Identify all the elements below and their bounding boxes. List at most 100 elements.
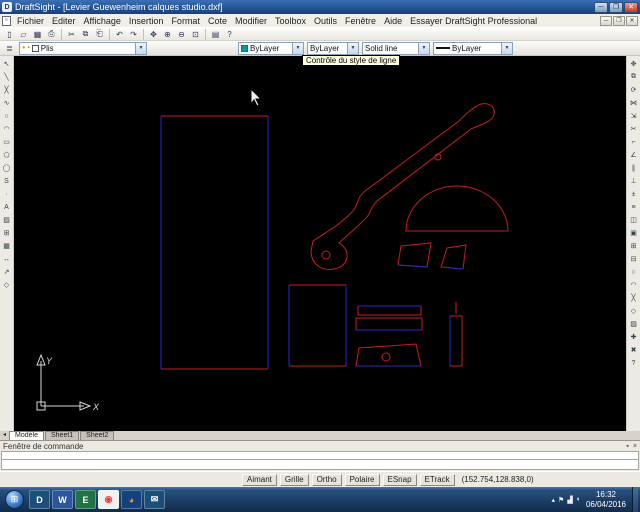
circle-tool-icon[interactable]: ○ — [628, 266, 640, 278]
line-weight-combo[interactable]: ByLayer ▼ — [433, 42, 513, 55]
zoom-out-icon[interactable]: ⊖ — [175, 28, 188, 40]
command-input[interactable] — [1, 460, 639, 470]
pan-icon[interactable]: ✥ — [147, 28, 160, 40]
secondary-color-arrow-icon[interactable]: ▼ — [347, 43, 358, 54]
line-icon[interactable]: ╲ — [1, 71, 13, 83]
spline-icon[interactable]: S — [1, 175, 13, 187]
strip-rect[interactable] — [450, 316, 462, 366]
layer-manager-icon[interactable]: ≣ — [3, 42, 16, 54]
command-history[interactable] — [1, 451, 639, 460]
status-etrack-button[interactable]: ETrack — [420, 474, 455, 486]
offset-icon[interactable]: ∥ — [628, 162, 640, 174]
rectangle-icon[interactable]: ▭ — [1, 136, 13, 148]
scale-icon[interactable]: ⇲ — [628, 110, 640, 122]
menu-toolbox[interactable]: Toolbox — [271, 16, 310, 26]
quad-right[interactable] — [441, 245, 466, 269]
polygon-icon[interactable]: ⬠ — [1, 149, 13, 161]
zoom-in-icon[interactable]: ⊕ — [161, 28, 174, 40]
draftsight-taskbar-icon[interactable]: D — [29, 490, 50, 509]
zoom-fit-icon[interactable]: ⊡ — [189, 28, 202, 40]
drawing-canvas[interactable]: YX — [14, 56, 626, 431]
arc-icon[interactable]: ◠ — [1, 123, 13, 135]
sheet-tab-mod-le[interactable]: Modèle — [9, 431, 44, 440]
perpendicular-icon[interactable]: ⊥ — [628, 175, 640, 187]
redo-icon[interactable]: ↷ — [127, 28, 140, 40]
leader-icon[interactable]: ↗ — [1, 266, 13, 278]
status-grille-button[interactable]: Grille — [280, 474, 309, 486]
select-icon[interactable]: ↖ — [1, 58, 13, 70]
copy-icon[interactable]: ⧉ — [79, 28, 92, 40]
quad-right-edge[interactable] — [441, 267, 463, 269]
taskbar-clock[interactable]: 16:32 06/04/2016 — [586, 490, 626, 508]
chamfer-icon[interactable]: ∠ — [628, 149, 640, 161]
menu-fichier[interactable]: Fichier — [13, 16, 48, 26]
drawing-svg[interactable]: YX — [14, 56, 626, 431]
point-icon[interactable]: · — [1, 188, 13, 200]
copy-entity-icon[interactable]: ⧉ — [628, 71, 640, 83]
mdi-minimize-button[interactable]: ─ — [600, 16, 612, 26]
menu-fen-tre[interactable]: Fenêtre — [341, 16, 380, 26]
pattern-icon[interactable]: ⊞ — [628, 240, 640, 252]
text-icon[interactable]: A — [1, 201, 13, 213]
mdi-close-button[interactable]: ✕ — [626, 16, 638, 26]
table-icon[interactable]: ▦ — [1, 240, 13, 252]
start-button[interactable]: ⊞ — [5, 490, 24, 509]
menu-cote[interactable]: Cote — [204, 16, 231, 26]
mdi-restore-button[interactable]: ❐ — [613, 16, 625, 26]
menu-modifier[interactable]: Modifier — [231, 16, 271, 26]
line-color-combo[interactable]: ByLayer ▼ — [238, 42, 304, 55]
minimize-button[interactable]: ─ — [594, 2, 608, 13]
properties-icon[interactable]: ▤ — [209, 28, 222, 40]
close-button[interactable]: ✕ — [624, 2, 638, 13]
word-taskbar-icon[interactable]: W — [52, 490, 73, 509]
bracket-hole[interactable] — [382, 353, 390, 361]
menu-editer[interactable]: Editer — [48, 16, 80, 26]
array-icon[interactable]: ≡ — [628, 201, 640, 213]
region-icon[interactable]: ◇ — [1, 279, 13, 291]
circle-icon[interactable]: ○ — [1, 110, 13, 122]
block-icon[interactable]: ⊞ — [1, 227, 13, 239]
sheet-tab-sheet2[interactable]: Sheet2 — [80, 431, 114, 440]
help-icon[interactable]: ? — [223, 28, 236, 40]
bar1[interactable] — [358, 306, 421, 315]
move-icon[interactable]: ✥ — [628, 58, 640, 70]
undo-icon[interactable]: ↶ — [113, 28, 126, 40]
status-polaire-button[interactable]: Polaire — [345, 474, 380, 486]
dimension-icon[interactable]: ↔ — [1, 253, 13, 265]
rotate3d-icon[interactable]: ◇ — [628, 305, 640, 317]
excel-taskbar-icon[interactable]: E — [75, 490, 96, 509]
command-close-icon[interactable]: × — [633, 443, 637, 450]
tray-show-hidden-icon[interactable]: ▴ — [552, 496, 556, 504]
save-icon[interactable]: ▦ — [31, 28, 44, 40]
extend-icon[interactable]: ⌐ — [628, 136, 640, 148]
new-icon[interactable]: ▯ — [3, 28, 16, 40]
mirror-icon[interactable]: ⋈ — [628, 97, 640, 109]
tray-flag-icon[interactable]: ⚑ — [558, 496, 564, 504]
bar2[interactable] — [356, 318, 422, 330]
half-disc[interactable] — [406, 186, 508, 231]
open-icon[interactable]: ▱ — [17, 28, 30, 40]
cut-icon[interactable]: ✂ — [65, 28, 78, 40]
show-desktop-button[interactable] — [632, 487, 638, 512]
chrome-taskbar-icon[interactable]: ◉ — [98, 490, 119, 509]
mail-taskbar-icon[interactable]: ✉ — [144, 490, 165, 509]
menu-affichage[interactable]: Affichage — [80, 16, 125, 26]
weld-icon[interactable]: ▣ — [628, 227, 640, 239]
line-color-arrow-icon[interactable]: ▼ — [292, 43, 303, 54]
firefox-taskbar-icon[interactable]: ◕ — [121, 490, 142, 509]
split-icon[interactable]: ◫ — [628, 214, 640, 226]
delete-icon[interactable]: ✖ — [628, 344, 640, 356]
line-style-combo[interactable]: Solid line ▼ — [362, 42, 430, 55]
tab-scroll-icon[interactable]: ◂ — [3, 431, 6, 440]
line-weight-arrow-icon[interactable]: ▼ — [501, 43, 512, 54]
explode-icon[interactable]: ⊟ — [628, 253, 640, 265]
trim-icon[interactable]: ✂ — [628, 123, 640, 135]
menu-format[interactable]: Format — [167, 16, 204, 26]
hatch-tool-icon[interactable]: ▨ — [628, 318, 640, 330]
rotate-icon[interactable]: ⟳ — [628, 84, 640, 96]
quad-left[interactable] — [398, 243, 431, 267]
quad-left-edge[interactable] — [398, 265, 427, 267]
command-pin-icon[interactable]: ▪ — [626, 443, 628, 450]
menu-essayer-draftsight-professional[interactable]: Essayer DraftSight Professional — [406, 16, 541, 26]
lever-pivot-hole[interactable] — [322, 251, 330, 259]
